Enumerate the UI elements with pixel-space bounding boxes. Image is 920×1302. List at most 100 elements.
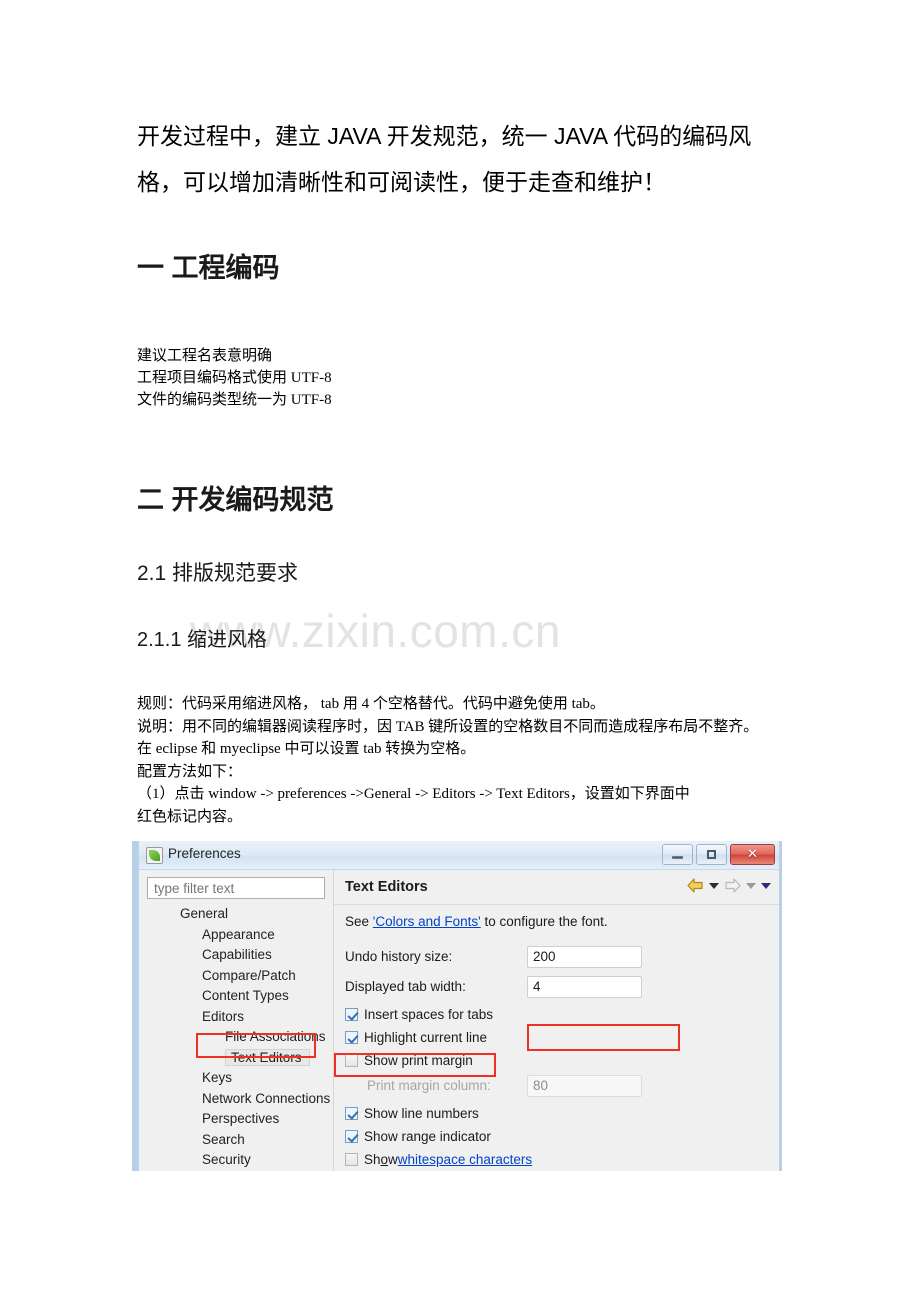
show-line-numbers-checkbox[interactable] xyxy=(345,1107,358,1120)
see-prefix: See xyxy=(345,914,373,929)
show-range-indicator-checkbox[interactable] xyxy=(345,1130,358,1143)
forward-dropdown-icon xyxy=(746,882,756,889)
tree-item-label: Security xyxy=(202,1152,251,1167)
tree-item-network-connections[interactable]: Network Connections xyxy=(147,1089,333,1110)
whitespace-prefix: Sh xyxy=(364,1152,381,1167)
close-button[interactable]: ✕ xyxy=(730,844,775,865)
insert-spaces-label: Insert spaces for tabs xyxy=(364,1007,494,1022)
highlight-current-line-label: Highlight current line xyxy=(364,1030,488,1045)
tree-item-appearance[interactable]: Appearance xyxy=(147,925,333,946)
section-2-body: 规则：代码采用缩进风格， tab 用 4 个空格替代。代码中避免使用 tab。 … xyxy=(137,693,797,828)
highlight-current-line-checkbox[interactable] xyxy=(345,1031,358,1044)
tree-item-general[interactable]: General xyxy=(147,904,333,925)
whitespace-mnemonic: o xyxy=(380,1152,389,1167)
intro-paragraph: 开发过程中，建立 JAVA 开发规范，统一 JAVA 代码的编码风格，可以增加清… xyxy=(137,123,752,195)
show-print-margin-checkbox[interactable] xyxy=(345,1054,358,1067)
tree-item-label: Compare/Patch xyxy=(202,967,296,983)
body-line: 规则：代码采用缩进风格， tab 用 4 个空格替代。代码中避免使用 tab。 xyxy=(137,696,605,712)
section-2-1-heading: 2.1 排版规范要求 xyxy=(137,562,299,585)
body-line: 在 eclipse 和 myeclipse 中可以设置 tab 转换为空格。 xyxy=(137,741,476,757)
dialog-titlebar: Preferences ✕ xyxy=(139,841,779,870)
show-whitespace-characters-row[interactable]: Sh o w whitespace characters xyxy=(345,1148,779,1171)
tree-item-label: Network Connections xyxy=(202,1090,331,1106)
section-1-body: 建议工程名表意明确 工程项目编码格式使用 UTF-8 文件的编码类型统一为 UT… xyxy=(137,345,332,411)
insert-spaces-for-tabs-row[interactable]: Insert spaces for tabs xyxy=(345,1003,779,1026)
whitespace-characters-link[interactable]: whitespace characters xyxy=(398,1152,532,1167)
back-arrow-icon[interactable] xyxy=(687,878,704,893)
body-line: 红色标记内容。 xyxy=(137,808,243,825)
tree-item-editors[interactable]: Editors xyxy=(147,1007,333,1028)
tree-item-content-types[interactable]: Content Types xyxy=(147,986,333,1007)
preferences-dialog-screenshot: Preferences ✕ General Appearance Capabil… xyxy=(132,841,782,1171)
panel-navigation xyxy=(687,878,771,893)
tree-item-label: Search xyxy=(202,1131,245,1147)
back-dropdown-icon[interactable] xyxy=(709,882,719,889)
show-print-margin-row[interactable]: Show print margin xyxy=(345,1049,779,1072)
tree-item-label: Appearance xyxy=(202,926,275,942)
show-print-margin-label: Show print margin xyxy=(364,1053,473,1068)
minimize-button[interactable] xyxy=(662,844,693,865)
section-1-heading: 一 工程编码 xyxy=(137,253,280,283)
tree-item-perspectives[interactable]: Perspectives xyxy=(147,1109,333,1130)
tree-item-compare-patch[interactable]: Compare/Patch xyxy=(147,966,333,987)
show-line-numbers-row[interactable]: Show line numbers xyxy=(345,1102,779,1125)
document-page: 开发过程中，建立 JAVA 开发规范，统一 JAVA 代码的编码风格，可以增加清… xyxy=(0,0,920,1302)
panel-content: See 'Colors and Fonts' to configure the … xyxy=(334,905,779,1171)
undo-history-input[interactable] xyxy=(527,945,642,968)
tree-item-label: Keys xyxy=(202,1070,233,1085)
section-1-line: 建议工程名表意明确 xyxy=(137,348,273,364)
panel-header: Text Editors xyxy=(334,870,779,905)
menu-dropdown-icon[interactable] xyxy=(761,882,771,889)
colors-and-fonts-link[interactable]: 'Colors and Fonts' xyxy=(373,914,481,929)
see-suffix: to configure the font. xyxy=(480,914,608,929)
insert-spaces-checkbox[interactable] xyxy=(345,1008,358,1021)
tree-item-capabilities[interactable]: Capabilities xyxy=(147,945,333,966)
section-1-line: 文件的编码类型统一为 UTF-8 xyxy=(137,392,332,408)
preferences-tree: General Appearance Capabilities Compare/… xyxy=(147,904,333,1171)
panel-title: Text Editors xyxy=(345,879,428,895)
body-line: （1）点击 window -> preferences ->General ->… xyxy=(137,786,690,802)
tree-item-text-editors[interactable]: Text Editors xyxy=(147,1048,333,1069)
tree-item-label: File Associations xyxy=(225,1029,326,1044)
tree-item-label: Editors xyxy=(202,1008,245,1024)
tab-width-input[interactable] xyxy=(527,975,642,998)
tree-item-label: Text Editors xyxy=(225,1048,310,1066)
print-margin-column-input xyxy=(527,1074,642,1097)
tree-item-keys[interactable]: Keys xyxy=(147,1068,333,1089)
show-whitespace-checkbox[interactable] xyxy=(345,1153,358,1166)
minimize-icon xyxy=(672,856,683,859)
print-margin-column-row: Print margin column: xyxy=(345,1072,779,1099)
tree-item-file-associations[interactable]: File Associations xyxy=(147,1027,333,1048)
highlight-current-line-row[interactable]: Highlight current line xyxy=(345,1026,779,1049)
body-line: 说明：用不同的编辑器阅读程序时，因 TAB 键所设置的空格数目不同而造成程序布局… xyxy=(137,718,759,735)
section-1-line: 工程项目编码格式使用 UTF-8 xyxy=(137,370,332,386)
filter-input[interactable] xyxy=(147,877,325,899)
tab-width-row: Displayed tab width: xyxy=(345,973,779,1000)
tree-item-security[interactable]: Security xyxy=(147,1150,333,1171)
maximize-icon xyxy=(707,850,716,859)
tree-item-label: Content Types xyxy=(202,988,289,1003)
dialog-title: Preferences xyxy=(168,846,241,861)
forward-arrow-icon xyxy=(725,878,741,893)
whitespace-middle: w xyxy=(388,1152,398,1167)
undo-history-label: Undo history size: xyxy=(345,949,453,964)
text-editors-panel: Text Editors See 'Colors and Fonts' to c… xyxy=(333,870,779,1171)
print-margin-column-label: Print margin column: xyxy=(367,1078,491,1093)
section-2-heading: 二 开发编码规范 xyxy=(137,485,334,515)
body-line: 配置方法如下： xyxy=(137,763,243,780)
close-icon: ✕ xyxy=(747,846,758,861)
dialog-body: General Appearance Capabilities Compare/… xyxy=(139,870,779,1171)
tree-item-label: Capabilities xyxy=(202,947,272,962)
eclipse-leaf-icon xyxy=(146,847,163,864)
preferences-tree-pane: General Appearance Capabilities Compare/… xyxy=(139,870,333,1171)
show-line-numbers-label: Show line numbers xyxy=(364,1106,479,1121)
colors-and-fonts-line: See 'Colors and Fonts' to configure the … xyxy=(345,914,779,929)
undo-history-row: Undo history size: xyxy=(345,943,779,970)
tree-item-label: General xyxy=(180,906,229,921)
tree-item-search[interactable]: Search xyxy=(147,1130,333,1151)
maximize-button[interactable] xyxy=(696,844,727,865)
show-range-indicator-row[interactable]: Show range indicator xyxy=(345,1125,779,1148)
section-2-1-1-heading: 2.1.1 缩进风格 xyxy=(137,629,268,651)
show-range-indicator-label: Show range indicator xyxy=(364,1129,491,1144)
tab-width-label: Displayed tab width: xyxy=(345,979,466,994)
